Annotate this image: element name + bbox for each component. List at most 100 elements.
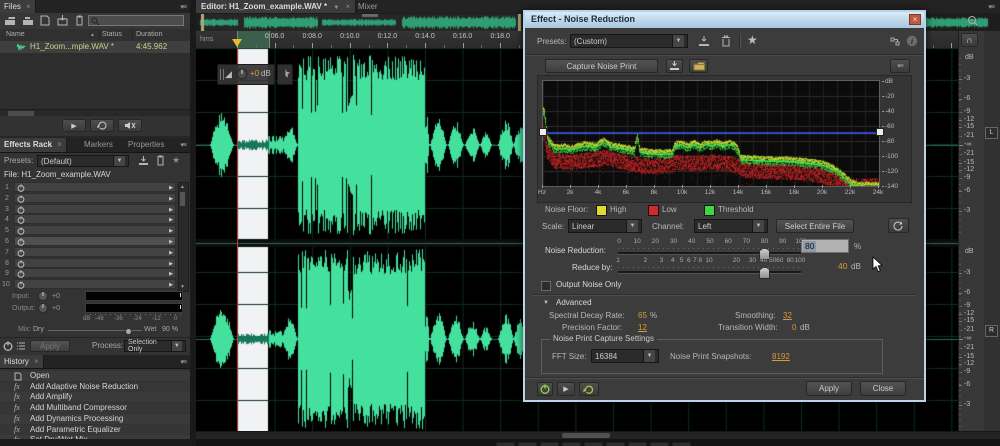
close-icon[interactable]: × (346, 2, 351, 11)
transition-width-value[interactable]: 0 (792, 323, 796, 332)
preview-play-button[interactable]: ▶ (557, 382, 575, 396)
search-input[interactable] (101, 16, 185, 27)
channel-badge-left[interactable]: L (985, 127, 998, 139)
slot-arrow-icon[interactable]: ▶ (169, 217, 173, 223)
tab-mixer[interactable]: Mixer (358, 2, 378, 12)
mix-slider-handle[interactable] (125, 328, 132, 335)
scroll-down-icon[interactable]: ▼ (180, 284, 185, 290)
file-row[interactable]: H1_Zoom...mple.WAV * 4:45.962 (0, 41, 190, 53)
noise-reduction-track[interactable] (618, 252, 801, 255)
history-item[interactable]: fx Add Multiband Compressor (0, 403, 190, 413)
plot-area[interactable] (542, 80, 880, 187)
favorite-star-icon[interactable]: ★ (747, 33, 758, 47)
reset-button[interactable] (888, 218, 909, 233)
input-knob[interactable] (38, 291, 48, 301)
files-search-box[interactable] (88, 15, 184, 26)
history-item[interactable]: fx Add Amplify (0, 392, 190, 402)
power-icon[interactable] (17, 184, 25, 192)
transport-button[interactable] (584, 442, 603, 446)
transport-button[interactable] (628, 442, 647, 446)
play-button[interactable]: ▶ (62, 119, 86, 132)
effect-slot[interactable]: ▶ (14, 225, 176, 235)
advanced-disclosure-icon[interactable]: ▼ (543, 300, 549, 306)
slot-arrow-icon[interactable]: ▶ (169, 196, 173, 202)
delete-preset-icon[interactable] (156, 155, 165, 166)
output-knob[interactable] (38, 303, 48, 313)
history-item[interactable]: fx Add Parametric Equalizer (0, 425, 190, 435)
history-item[interactable]: fx Add Adaptive Noise Reduction (0, 382, 190, 392)
hud-gain-value[interactable]: +0 (250, 69, 259, 79)
column-status[interactable]: Status (102, 31, 122, 39)
graph-options-button[interactable]: ▾≡ (890, 59, 910, 73)
tab-effects-rack[interactable]: Effects Rack × (0, 138, 67, 152)
power-icon[interactable] (17, 281, 25, 289)
trash-icon[interactable] (75, 15, 84, 26)
info-icon[interactable]: i (906, 35, 918, 47)
apply-button[interactable]: Apply (806, 381, 852, 396)
transport-button[interactable] (496, 442, 515, 446)
favorite-star-icon[interactable]: ★ (172, 155, 180, 165)
effect-power-toggle[interactable] (537, 382, 553, 396)
power-icon[interactable] (17, 227, 25, 235)
rack-apply-button[interactable]: Apply (30, 340, 70, 352)
effect-slot[interactable]: ▶ (14, 193, 176, 203)
transport-button[interactable] (540, 442, 559, 446)
output-noise-only-checkbox[interactable] (541, 281, 551, 291)
tab-editor[interactable]: Editor: H1_Zoom_example.WAV * ▼ × (196, 0, 356, 13)
loop-button[interactable] (90, 119, 114, 132)
column-duration[interactable]: Duration (136, 31, 162, 39)
scroll-thumb[interactable] (562, 433, 610, 438)
slot-arrow-icon[interactable]: ▶ (169, 250, 173, 256)
reduce-by-value[interactable]: 40 (838, 261, 847, 271)
panel-menu-icon[interactable]: ▾≡ (180, 141, 186, 149)
slot-arrow-icon[interactable]: ▶ (169, 261, 173, 267)
playhead-line[interactable] (237, 48, 238, 431)
hud-grip[interactable] (220, 69, 224, 80)
zoom-tool-icon[interactable] (967, 15, 979, 27)
threshold-handle-left[interactable] (539, 128, 547, 136)
power-icon[interactable] (17, 260, 25, 268)
channel-select[interactable]: Left ▼ (694, 219, 768, 233)
select-entire-file-button[interactable]: Select Entire File (776, 219, 854, 233)
effect-slot[interactable]: ▶ (14, 268, 176, 278)
noise-reduction-dialog[interactable]: Effect - Noise Reduction × Presets: (Cus… (523, 10, 926, 402)
tab-files[interactable]: Files × (0, 0, 36, 13)
snapshots-value[interactable]: 8192 (772, 352, 790, 361)
rack-preset-select[interactable]: (Default) ▼ (37, 155, 129, 167)
slot-arrow-icon[interactable]: ▶ (169, 282, 173, 288)
dialog-preset-select[interactable]: (Custom) ▼ (570, 34, 688, 48)
auto-play-button[interactable] (118, 119, 142, 132)
slot-arrow-icon[interactable]: ▶ (169, 239, 173, 245)
new-file-icon[interactable] (40, 15, 50, 26)
panel-menu-icon[interactable]: ▾≡ (988, 3, 994, 11)
power-icon[interactable] (17, 270, 25, 278)
smoothing-value[interactable]: 32 (783, 311, 792, 320)
power-icon[interactable] (17, 206, 25, 214)
input-gain[interactable]: +0 (52, 293, 60, 301)
power-icon[interactable] (17, 238, 25, 246)
rack-scrollbar[interactable]: ▲ ▼ (178, 182, 189, 292)
power-icon[interactable] (17, 195, 25, 203)
tab-markers[interactable]: Markers (84, 140, 113, 150)
rack-list-icon[interactable] (16, 341, 26, 351)
history-item[interactable]: fx Add Dynamics Processing (0, 414, 190, 424)
history-item[interactable]: Open (0, 371, 190, 381)
amplitude-ruler[interactable]: dB-∞-3-3-6-6-9-9-12-12-15-15-21-21dB-∞-3… (958, 31, 985, 431)
tab-properties[interactable]: Properties (128, 140, 164, 150)
slot-arrow-icon[interactable]: ▶ (169, 271, 173, 277)
panel-menu-icon[interactable]: ▾≡ (180, 3, 186, 11)
chevron-down-icon[interactable]: ▼ (333, 5, 339, 11)
selection-region[interactable] (237, 48, 268, 431)
close-button[interactable]: Close (860, 381, 906, 396)
scroll-up-icon[interactable]: ▲ (180, 184, 185, 190)
advanced-label[interactable]: Advanced (556, 298, 592, 308)
transport-button[interactable] (562, 442, 581, 446)
scale-select[interactable]: Linear ▼ (568, 219, 642, 233)
effect-slot[interactable]: ▶ (14, 247, 176, 257)
threshold-handle-right[interactable] (876, 128, 884, 136)
panel-menu-icon[interactable]: ▾≡ (180, 358, 186, 366)
reduce-by-track[interactable] (618, 271, 801, 274)
loop-view-button[interactable]: ∩ (961, 33, 978, 47)
noise-reduction-input[interactable]: 80 (801, 239, 849, 253)
output-gain[interactable]: +0 (52, 305, 60, 313)
